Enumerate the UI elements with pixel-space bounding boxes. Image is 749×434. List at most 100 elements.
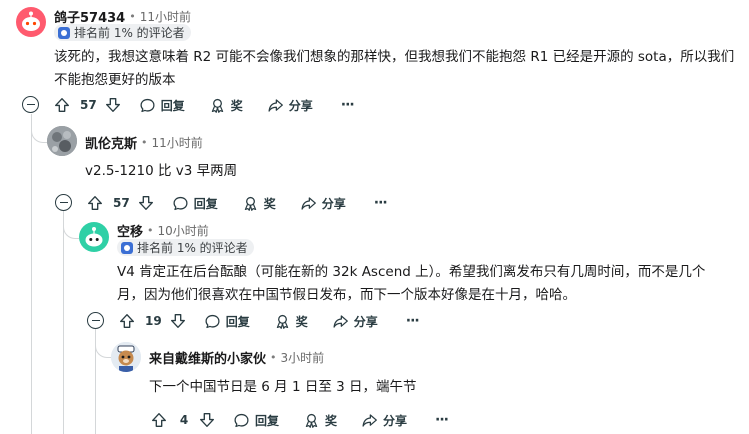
downvote-icon[interactable] <box>198 411 216 429</box>
upvote-icon[interactable] <box>118 312 136 330</box>
comment-actions: 57 回复 奖 分享 ··· <box>86 192 388 214</box>
more-options-button[interactable]: ··· <box>374 192 388 214</box>
badge-label: 排名前 1% 的评论者 <box>74 26 185 40</box>
downvote-icon[interactable] <box>104 96 122 114</box>
downvote-icon[interactable] <box>137 194 155 212</box>
comment-text-line: 月，因为他们很喜欢在中国节假日发布，而下一个版本好像是在十月，哈哈。 <box>117 287 576 303</box>
reply-label: 回复 <box>225 314 250 329</box>
collapse-thread-button[interactable] <box>87 312 104 329</box>
award-label: 奖 <box>325 413 338 428</box>
separator: • <box>147 223 154 237</box>
reply-label: 回复 <box>193 196 218 211</box>
share-button[interactable]: 分享 <box>300 192 346 214</box>
share-button[interactable]: 分享 <box>332 310 378 332</box>
reply-button[interactable]: 回复 <box>233 409 279 431</box>
thread-elbow-level2 <box>63 209 79 239</box>
rank-badge: 排名前 1% 的评论者 <box>54 24 191 41</box>
comment-header: 来自戴维斯的小家伙 • 3小时前 <box>149 348 325 367</box>
author-name[interactable]: 凯伦克斯 <box>85 133 137 152</box>
reply-icon <box>172 195 189 212</box>
reply-icon <box>139 97 156 114</box>
vote-group: 19 <box>118 310 187 332</box>
award-icon <box>274 313 291 330</box>
timestamp[interactable]: 11小时前 <box>140 8 191 25</box>
share-icon <box>332 313 349 330</box>
author-name[interactable]: 空移 <box>117 221 143 240</box>
snoo-avatar-icon <box>85 227 103 247</box>
award-button[interactable]: 奖 <box>209 94 243 116</box>
award-icon <box>242 195 259 212</box>
reply-label: 回复 <box>255 413 280 428</box>
share-label: 分享 <box>383 413 408 428</box>
comment-header: 空移 • 10小时前 <box>117 221 209 240</box>
reply-button[interactable]: 回复 <box>172 192 218 214</box>
upvote-icon[interactable] <box>150 411 168 429</box>
share-icon <box>361 412 378 429</box>
share-icon <box>267 97 284 114</box>
upvote-icon[interactable] <box>86 194 104 212</box>
reply-button[interactable]: 回复 <box>204 310 250 332</box>
reply-icon <box>233 412 250 429</box>
photo-avatar-icon <box>47 126 77 156</box>
avatar[interactable] <box>47 126 77 156</box>
award-label: 奖 <box>230 98 243 113</box>
thread-elbow-level1 <box>31 114 47 143</box>
timestamp[interactable]: 3小时前 <box>281 349 325 366</box>
comment-body: V4 肯定正在后台酝酿（可能在新的 32k Ascend 上）。希望我们离发布只… <box>117 261 745 307</box>
comment-text-line: 该死的，我想这意味着 R2 可能不会像我们想象的那样快，但我想我们不能抱怨 R1… <box>54 49 735 65</box>
comment-body: 下一个中国节日是 6 月 1 日至 3 日，端午节 <box>149 376 417 399</box>
vote-group: 4 <box>150 409 216 431</box>
award-label: 奖 <box>263 196 276 211</box>
vote-count: 57 <box>113 196 130 210</box>
award-label: 奖 <box>295 314 308 329</box>
avatar[interactable] <box>79 222 109 252</box>
more-options-button[interactable]: ··· <box>406 310 420 332</box>
award-button[interactable]: 奖 <box>303 409 337 431</box>
collapse-thread-button[interactable] <box>22 96 39 113</box>
thread-line-level2 <box>63 213 64 434</box>
comment-text-line: 下一个中国节日是 6 月 1 日至 3 日，端午节 <box>149 379 417 395</box>
downvote-icon[interactable] <box>169 312 187 330</box>
vote-group: 57 <box>53 94 122 116</box>
flair-icon <box>121 241 133 254</box>
separator: • <box>129 9 136 23</box>
collapse-thread-button[interactable] <box>55 194 72 211</box>
more-options-button[interactable]: ··· <box>435 409 449 431</box>
share-label: 分享 <box>353 314 378 329</box>
character-avatar-icon <box>111 342 141 372</box>
comment-actions: 19 回复 奖 分享 ··· <box>118 310 420 332</box>
share-label: 分享 <box>288 98 313 113</box>
share-label: 分享 <box>321 196 346 211</box>
flair-icon <box>58 26 70 39</box>
upvote-icon[interactable] <box>53 96 71 114</box>
reply-button[interactable]: 回复 <box>139 94 185 116</box>
comment-header: 鸽子57434 • 11小时前 <box>54 7 191 26</box>
vote-group: 57 <box>86 192 155 214</box>
award-icon <box>209 97 226 114</box>
award-button[interactable]: 奖 <box>274 310 308 332</box>
comment-text-line: V4 肯定正在后台酝酿（可能在新的 32k Ascend 上）。希望我们离发布只… <box>117 264 706 280</box>
award-icon <box>303 412 320 429</box>
share-icon <box>300 195 317 212</box>
separator: • <box>141 135 148 149</box>
award-button[interactable]: 奖 <box>242 192 276 214</box>
thread-elbow-level3 <box>95 324 111 358</box>
thread-line-level1 <box>31 118 32 434</box>
avatar[interactable] <box>111 342 141 372</box>
vote-count: 19 <box>145 314 162 328</box>
timestamp[interactable]: 10小时前 <box>158 222 209 239</box>
timestamp[interactable]: 11小时前 <box>152 134 203 151</box>
share-button[interactable]: 分享 <box>267 94 313 116</box>
snoo-avatar-icon <box>22 11 40 31</box>
author-name[interactable]: 鸽子57434 <box>54 7 125 26</box>
more-options-button[interactable]: ··· <box>341 94 355 116</box>
reply-icon <box>204 313 221 330</box>
reply-label: 回复 <box>160 98 185 113</box>
share-button[interactable]: 分享 <box>361 409 407 431</box>
comment-body: v2.5-1210 比 v3 早两周 <box>85 160 237 183</box>
author-name[interactable]: 来自戴维斯的小家伙 <box>149 348 266 367</box>
comment-body: 该死的，我想这意味着 R2 可能不会像我们想象的那样快，但我想我们不能抱怨 R1… <box>54 46 744 92</box>
comment-actions: 57 回复 奖 分享 ··· <box>53 94 355 116</box>
avatar[interactable] <box>16 7 46 37</box>
vote-count: 57 <box>80 98 97 112</box>
